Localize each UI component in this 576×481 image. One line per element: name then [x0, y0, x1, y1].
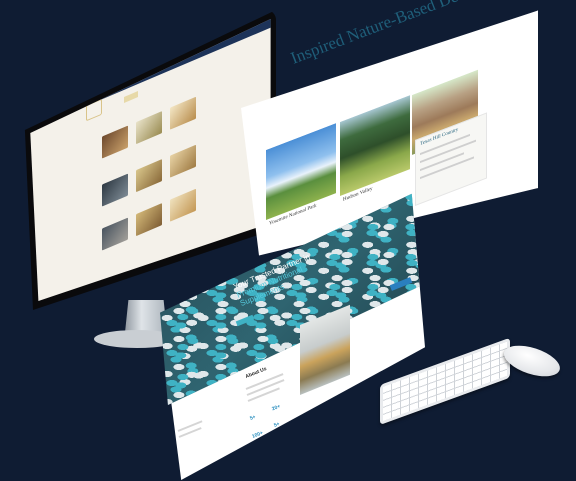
- recipe-thumbnail[interactable]: [136, 203, 162, 237]
- device-mockup-scene: Inspired Nature-Based Destinations Yosem…: [0, 0, 576, 481]
- recipe-thumbnail[interactable]: [170, 144, 196, 178]
- stat-value: 5+: [273, 421, 281, 429]
- recipe-thumbnail[interactable]: [102, 125, 128, 159]
- monitor-screen: [30, 19, 271, 301]
- recipe-thumbnail[interactable]: [136, 159, 162, 193]
- recipe-thumbnail[interactable]: [136, 111, 162, 145]
- recipe-thumbnail[interactable]: [170, 96, 196, 130]
- recipe-thumbnail[interactable]: [102, 217, 128, 251]
- recipe-thumbnail[interactable]: [102, 173, 128, 207]
- recipe-thumbnail[interactable]: [170, 188, 196, 222]
- mouse: [500, 339, 564, 383]
